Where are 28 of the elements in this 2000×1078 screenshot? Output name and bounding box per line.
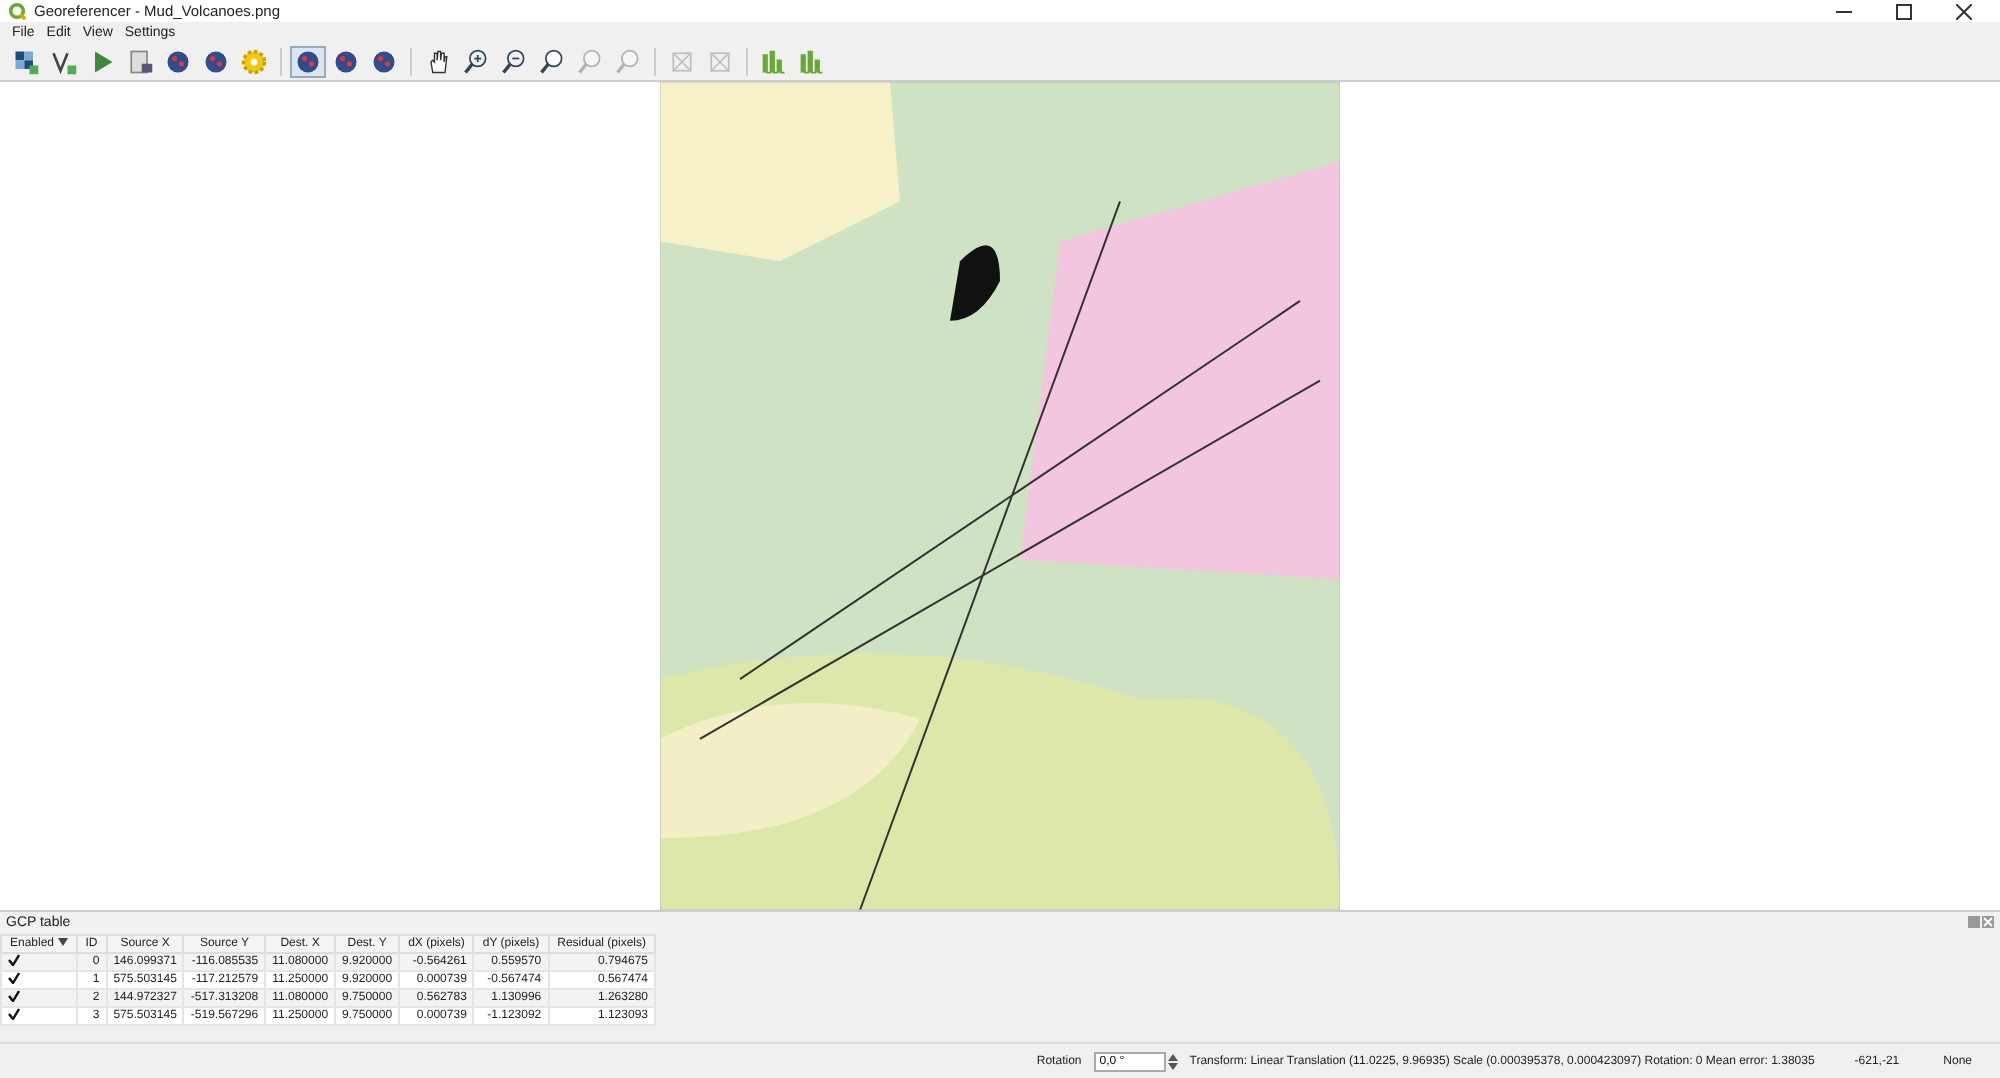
frame-icon: [706, 47, 734, 75]
globe-icon: [164, 47, 192, 75]
frame-icon: [668, 47, 696, 75]
checkmark-icon[interactable]: [8, 954, 20, 966]
checkmark-icon[interactable]: [8, 1008, 20, 1020]
zoom-in-icon: [462, 47, 490, 75]
vector-icon: [50, 47, 78, 75]
globe-icon: [294, 47, 322, 75]
maximize-icon[interactable]: [1896, 3, 1912, 19]
globe-icon: [332, 47, 360, 75]
globe-icon: [202, 47, 230, 75]
histogram-icon: [760, 47, 788, 75]
zoom-out-icon: [500, 47, 528, 75]
globe-icon: [370, 47, 398, 75]
grid-icon: [12, 47, 40, 75]
histogram-icon: [798, 47, 826, 75]
magnifier-icon: [614, 47, 642, 75]
close-icon[interactable]: [1956, 3, 1972, 19]
app-logo-icon: [8, 2, 26, 20]
magnifier-icon: [538, 47, 566, 75]
magnifier-icon: [576, 47, 604, 75]
toolbar-button[interactable]: [290, 45, 326, 77]
hand-icon: [424, 47, 452, 75]
checkmark-icon[interactable]: [8, 990, 20, 1002]
dropdown-arrow-icon[interactable]: [57, 938, 68, 946]
checkmark-icon[interactable]: [8, 972, 20, 984]
gear-icon: [240, 47, 268, 75]
document-icon: [126, 47, 154, 75]
